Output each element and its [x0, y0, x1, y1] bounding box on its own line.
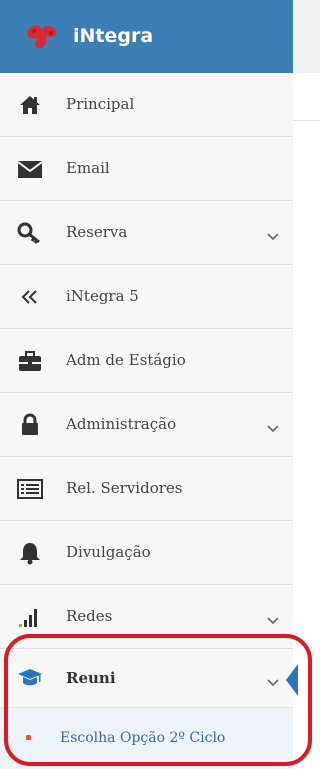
- menu-item-principal[interactable]: Principal: [0, 73, 293, 137]
- menu-item-redes[interactable]: Redes: [0, 585, 293, 649]
- menu-item-label: Administração: [66, 415, 177, 433]
- menu-item-reserva[interactable]: Reserva: [0, 201, 293, 265]
- menu-item-label: Divulgação: [66, 543, 151, 561]
- menu-item-administracao[interactable]: Administração: [0, 393, 293, 457]
- submenu-item-label: Escolha Opção 2º Ciclo: [60, 730, 226, 746]
- menu-item-integra-5[interactable]: iNtegra 5: [0, 265, 293, 329]
- home-icon: [17, 92, 43, 118]
- menu-item-label: iNtegra 5: [66, 287, 139, 305]
- menu-item-label: Redes: [66, 607, 113, 625]
- brand-name[interactable]: iNtegra: [73, 25, 153, 47]
- submenu-item-escolha-opcao[interactable]: Escolha Opção 2º Ciclo: [0, 707, 293, 769]
- topbar: [293, 73, 320, 121]
- logo-icon: [24, 22, 60, 52]
- briefcase-icon: [17, 348, 43, 374]
- bullet-icon: [26, 735, 31, 740]
- menu-item-email[interactable]: Email: [0, 137, 293, 201]
- double-chevron-left-icon: [17, 284, 43, 310]
- chevron-down-icon[interactable]: [266, 419, 280, 433]
- menu-item-label: Reuni: [66, 669, 116, 687]
- list-icon: [17, 476, 43, 502]
- menu-item-label: Reserva: [66, 223, 128, 241]
- menu-item-label: Rel. Servidores: [66, 479, 183, 497]
- key-icon: [17, 220, 43, 246]
- menu-item-label: Principal: [66, 95, 135, 113]
- chevron-down-icon[interactable]: [266, 227, 280, 241]
- menu-item-label: Email: [66, 159, 110, 177]
- menu-item-rel-servidores[interactable]: Rel. Servidores: [0, 457, 293, 521]
- menu-item-label: Adm de Estágio: [66, 351, 186, 369]
- menu-item-reuni[interactable]: Reuni: [0, 649, 293, 707]
- sidebar: Principal Email Reserva iNtegra 5 Adm de…: [0, 73, 293, 769]
- bell-icon: [17, 540, 43, 566]
- active-caret-icon: [286, 664, 298, 696]
- chevron-down-icon[interactable]: [266, 673, 280, 687]
- lock-icon: [17, 412, 43, 438]
- menu-item-divulgacao[interactable]: Divulgação: [0, 521, 293, 585]
- signal-icon: [17, 604, 43, 630]
- menu-item-adm-de-estagio[interactable]: Adm de Estágio: [0, 329, 293, 393]
- app-header: iNtegra: [0, 0, 293, 73]
- header-strip: [293, 0, 320, 73]
- graduation-cap-icon: [17, 665, 43, 691]
- chevron-down-icon[interactable]: [266, 611, 280, 625]
- envelope-icon: [17, 156, 43, 182]
